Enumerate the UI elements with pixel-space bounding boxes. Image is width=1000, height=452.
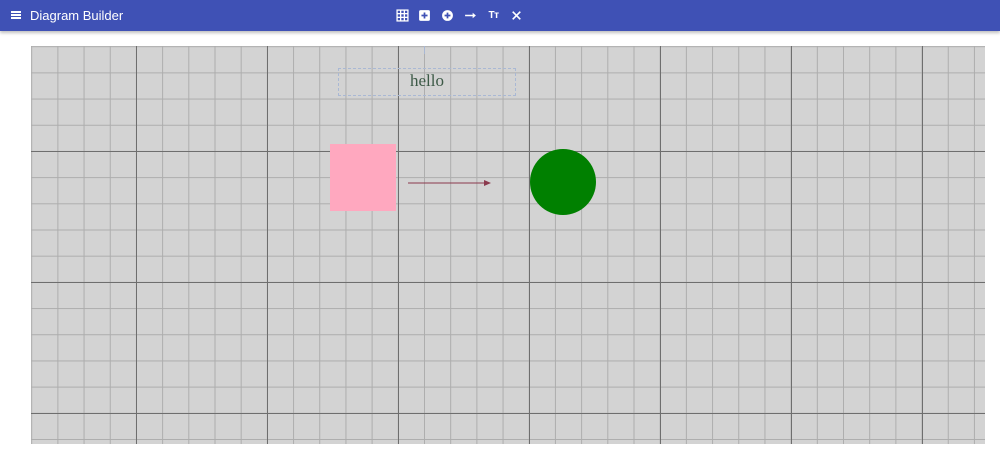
app-bar: Diagram Builder Tт: [0, 0, 1000, 31]
plus-circle-icon: [442, 10, 453, 21]
grid-icon: [396, 9, 409, 22]
delete-button[interactable]: [508, 7, 525, 24]
arrowhead: [484, 180, 491, 186]
circle-shape[interactable]: [530, 149, 596, 215]
hamburger-menu-icon[interactable]: [10, 9, 22, 21]
add-circle-button[interactable]: [439, 7, 456, 24]
diagram-canvas[interactable]: hello: [31, 46, 985, 444]
arrow-right-icon: [465, 12, 476, 19]
rectangle-shape[interactable]: [330, 144, 396, 211]
grid-tool-button[interactable]: [394, 7, 411, 24]
text-icon: Tт: [488, 10, 499, 21]
close-icon: [512, 11, 521, 20]
app-title: Diagram Builder: [30, 8, 124, 23]
add-arrow-button[interactable]: [462, 7, 479, 24]
shape-layer: [330, 144, 596, 215]
plus-square-icon: [419, 10, 430, 21]
add-text-button[interactable]: Tт: [485, 7, 502, 24]
add-rectangle-button[interactable]: [416, 7, 433, 24]
